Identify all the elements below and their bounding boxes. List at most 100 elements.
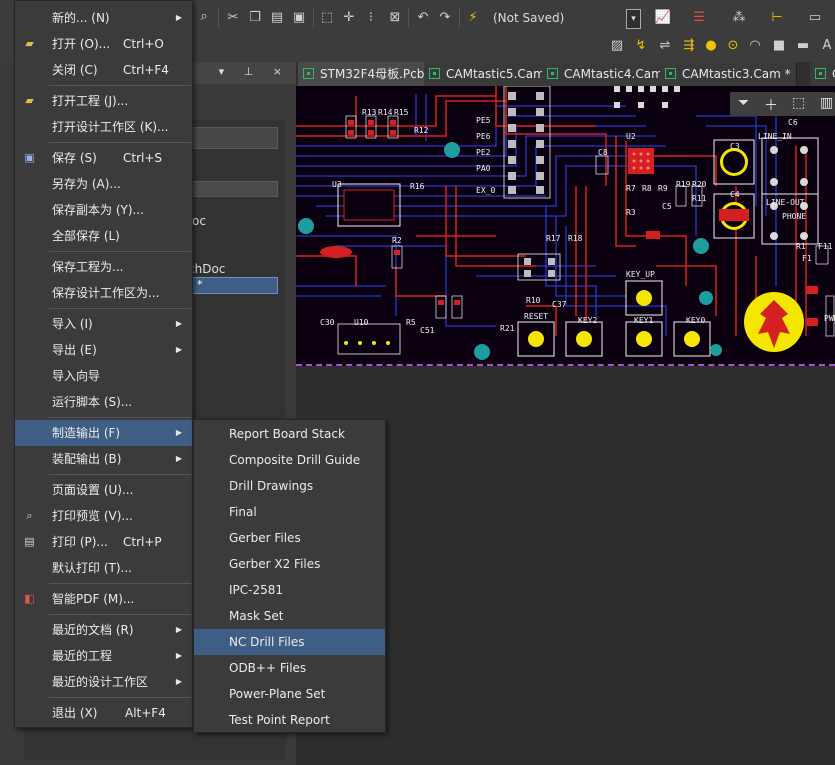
menu-item-recent-documents[interactable]: 最近的文档 (R) ▶ [15, 617, 192, 643]
menu-item-recent-projects[interactable]: 最近的工程 ▶ [15, 643, 192, 669]
menu-item-import-wizard[interactable]: 导入向导 [15, 363, 192, 389]
submenu-item-ipc-2581[interactable]: IPC-2581 [194, 577, 385, 603]
menu-item-default-print[interactable]: 默认打印 (T)... [15, 555, 192, 581]
menu-item-save-copy-as[interactable]: 保存副本为 (Y)... [15, 197, 192, 223]
select-rect-icon[interactable]: ⬚ [792, 95, 805, 111]
panel-search-box[interactable] [190, 127, 278, 149]
submenu-item-mask-set[interactable]: Mask Set [194, 603, 385, 629]
route-icon[interactable]: ↯ [632, 37, 650, 55]
pad-icon[interactable]: ⊙ [724, 37, 742, 55]
submenu-arrow-icon: ▶ [175, 319, 182, 328]
select-area-icon[interactable]: ⬚ [318, 9, 336, 27]
submenu-item-nc-drill-files[interactable]: NC Drill Files [194, 629, 385, 655]
undo-icon[interactable]: ↶ [414, 9, 432, 27]
text-icon[interactable]: A [818, 37, 835, 55]
menu-item-open[interactable]: ▰ 打开 (O)... Ctrl+O [15, 31, 192, 57]
silk-label: R20 [692, 180, 707, 189]
submenu-item-label: NC Drill Files [229, 635, 305, 649]
menu-item-recent-workspaces[interactable]: 最近的设计工作区 ▶ [15, 669, 192, 695]
arc-icon[interactable]: ◠ [746, 37, 764, 55]
pcb-canvas[interactable]: PE5 PE6 PE2 PA0 EX_0 R13 R14 R15 U3 R16 … [296, 86, 835, 366]
rubber-stamp-icon[interactable]: ▣ [290, 9, 308, 27]
menu-item-exit[interactable]: 退出 (X) Alt+F4 [15, 700, 192, 726]
menu-item-open-workspace[interactable]: 打开设计工作区 (K)... [15, 114, 192, 140]
menu-item-label: 保存副本为 (Y)... [52, 203, 144, 217]
select-filter-icon[interactable]: ⌕ [195, 8, 213, 26]
menu-item-page-setup[interactable]: 页面设置 (U)... [15, 477, 192, 503]
align-left-icon[interactable]: ☰ [690, 9, 708, 27]
fill-icon[interactable]: ■ [770, 37, 788, 55]
via-icon[interactable]: ● [702, 37, 720, 55]
menu-item-print[interactable]: ▤ 打印 (P)... Ctrl+P [15, 529, 192, 555]
menu-item-save-all[interactable]: 全部保存 (L) [15, 223, 192, 249]
menu-item-close[interactable]: 关闭 (C) Ctrl+F4 [15, 57, 192, 83]
submenu-item-gerber-x2-files[interactable]: Gerber X2 Files [194, 551, 385, 577]
clear-selection-icon[interactable]: ⊠ [386, 9, 404, 27]
submenu-arrow-icon: ▶ [175, 428, 182, 437]
silk-label: R11 [692, 194, 707, 203]
bar-chart-icon[interactable]: ▥ [820, 95, 833, 111]
tab-overflow[interactable]: C [810, 62, 835, 86]
submenu-item-report-board-stack[interactable]: Report Board Stack [194, 421, 385, 447]
menu-item-assembly-outputs[interactable]: 装配输出 (B) ▶ [15, 446, 192, 472]
submenu-item-label: Test Point Report [229, 713, 330, 727]
move-icon[interactable]: ✛ [340, 9, 358, 27]
silk-label: LINE_IN [758, 132, 792, 141]
submenu-item-drill-drawings[interactable]: Drill Drawings [194, 473, 385, 499]
dimension-icon[interactable]: ⊢ [768, 9, 786, 27]
document-tab-bar: STM32F4母板.PcbDoc * CAMtastic5.Cam * CAMt… [296, 62, 835, 87]
submenu-item-label: Power-Plane Set [229, 687, 326, 701]
project-file-item[interactable]: chDoc [188, 262, 225, 276]
tab-pcb-document[interactable]: STM32F4母板.PcbDoc * [298, 62, 457, 86]
menu-item-import[interactable]: 导入 (I) ▶ [15, 311, 192, 337]
selected-file-item[interactable]: * [190, 277, 278, 294]
run-icon[interactable]: ⚡ [464, 9, 482, 27]
submenu-item-label: Final [229, 505, 257, 519]
tab-camtastic4[interactable]: CAMtastic4.Cam * [542, 62, 675, 86]
hatch-icon[interactable]: ▨ [608, 37, 626, 55]
redo-icon[interactable]: ↷ [436, 9, 454, 27]
add-icon[interactable]: ＋ [764, 95, 778, 115]
chart-icon[interactable]: 📈 [654, 9, 672, 27]
silk-label: R16 [410, 182, 425, 191]
menu-item-save[interactable]: ▣ 保存 (S) Ctrl+S [15, 145, 192, 171]
align-icon[interactable]: ⁝ [362, 9, 380, 27]
menu-item-label: 运行脚本 (S)... [52, 395, 133, 409]
menu-item-label: 保存设计工作区为... [52, 286, 160, 300]
tab-camtastic3[interactable]: CAMtastic3.Cam * [660, 62, 797, 86]
cut-icon[interactable]: ✂ [224, 9, 242, 27]
menu-item-new[interactable]: 新的... (N) ▶ [15, 5, 192, 31]
submenu-item-test-point-report[interactable]: Test Point Report [194, 707, 385, 733]
submenu-item-odb-files[interactable]: ODB++ Files [194, 655, 385, 681]
submenu-item-gerber-files[interactable]: Gerber Files [194, 525, 385, 551]
tab-camtastic5[interactable]: CAMtastic5.Cam * [424, 62, 557, 86]
menu-item-save-as[interactable]: 另存为 (A)... [15, 171, 192, 197]
menu-item-open-project[interactable]: ▰ 打开工程 (J)... [15, 88, 192, 114]
panel-controls[interactable]: ▾ ⊥ × [219, 65, 290, 78]
pcb-artwork [296, 86, 835, 360]
submenu-item-final[interactable]: Final [194, 499, 385, 525]
distribute-icon[interactable]: ⁂ [730, 9, 748, 27]
project-file-item[interactable]: oc [192, 214, 206, 228]
copy-icon[interactable]: ❐ [246, 9, 264, 27]
menu-item-export[interactable]: 导出 (E) ▶ [15, 337, 192, 363]
menu-item-save-workspace-as[interactable]: 保存设计工作区为... [15, 280, 192, 306]
menu-item-run-script[interactable]: 运行脚本 (S)... [15, 389, 192, 415]
menu-item-smart-pdf[interactable]: ◧ 智能PDF (M)... [15, 586, 192, 612]
silk-label: C37 [552, 300, 567, 309]
menu-item-print-preview[interactable]: ⌕ 打印预览 (V)... [15, 503, 192, 529]
menu-item-save-project-as[interactable]: 保存工程为... [15, 254, 192, 280]
tab-label: CAMtastic5.Cam * [446, 67, 555, 81]
variant-dropdown[interactable]: ▾ [626, 9, 641, 29]
printer-icon: ▤ [24, 535, 35, 548]
room-icon[interactable]: ▭ [806, 9, 824, 27]
multi-route-icon[interactable]: ⇶ [680, 37, 698, 55]
submenu-arrow-icon: ▶ [175, 454, 182, 463]
submenu-item-power-plane-set[interactable]: Power-Plane Set [194, 681, 385, 707]
submenu-item-composite-drill-guide[interactable]: Composite Drill Guide [194, 447, 385, 473]
filter-icon[interactable]: ⏷ [738, 95, 749, 111]
diff-pair-icon[interactable]: ⇌ [656, 37, 674, 55]
paste-icon[interactable]: ▤ [268, 9, 286, 27]
menu-item-fabrication-outputs[interactable]: 制造输出 (F) ▶ [15, 420, 192, 446]
polygon-icon[interactable]: ▬ [794, 37, 812, 55]
